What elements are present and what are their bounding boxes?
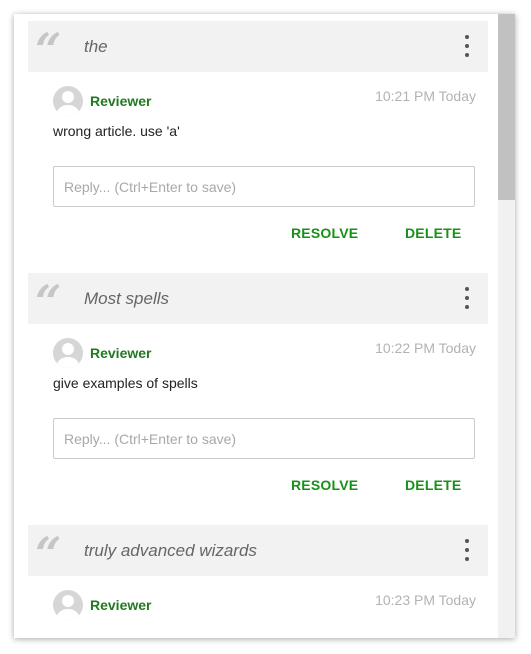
comment-text: wrong article. use 'a': [53, 123, 180, 139]
user-avatar-icon: [53, 590, 83, 620]
user-avatar-icon: [53, 86, 83, 116]
comment-actions: RESOLVE DELETE: [53, 207, 476, 259]
resolve-button[interactable]: RESOLVE: [291, 225, 358, 241]
user-avatar-icon: [53, 338, 83, 368]
quoted-text-bar[interactable]: “ truly advanced wizards: [28, 525, 488, 576]
quoted-text: Most spells: [84, 288, 170, 308]
comments-panel: “ the Reviewer 10:21 PM Today wrong arti…: [14, 14, 515, 638]
comment-actions: RESOLVE DELETE: [53, 459, 476, 511]
kebab-menu-icon[interactable]: [464, 287, 470, 309]
scrollbar-thumb[interactable]: [498, 14, 515, 200]
quoted-text: the: [84, 36, 108, 56]
kebab-menu-icon[interactable]: [464, 35, 470, 57]
delete-button[interactable]: DELETE: [405, 225, 461, 241]
resolve-button[interactable]: RESOLVE: [291, 477, 358, 493]
scrollbar-track[interactable]: [498, 14, 515, 638]
comment: Reviewer 10:22 PM Today give examples of…: [28, 324, 488, 511]
quoted-text: truly advanced wizards: [84, 540, 257, 560]
quote-icon: “: [28, 525, 84, 576]
comment-timestamp: 10:21 PM Today: [375, 88, 476, 104]
delete-button[interactable]: DELETE: [405, 477, 461, 493]
comment-thread: “ Most spells Reviewer 10:22 PM Today gi…: [28, 273, 488, 511]
svg-text:“: “: [35, 32, 61, 62]
comment: Reviewer 10:23 PM Today: [28, 576, 488, 620]
reply-input[interactable]: [53, 166, 475, 207]
svg-text:“: “: [35, 536, 61, 566]
quoted-text-bar[interactable]: “ the: [28, 21, 488, 72]
comment-thread: “ truly advanced wizards Reviewer 10:23 …: [28, 525, 488, 620]
comment-author: Reviewer: [90, 93, 152, 109]
svg-text:“: “: [35, 284, 61, 314]
comment-thread: “ the Reviewer 10:21 PM Today wrong arti…: [28, 21, 488, 259]
reply-input[interactable]: [53, 418, 475, 459]
comment-author: Reviewer: [90, 597, 152, 613]
comment-list: “ the Reviewer 10:21 PM Today wrong arti…: [28, 21, 488, 634]
comment: Reviewer 10:21 PM Today wrong article. u…: [28, 72, 488, 259]
kebab-menu-icon[interactable]: [464, 539, 470, 561]
comment-text: give examples of spells: [53, 375, 198, 391]
comment-author: Reviewer: [90, 345, 152, 361]
quote-icon: “: [28, 273, 84, 324]
quoted-text-bar[interactable]: “ Most spells: [28, 273, 488, 324]
quote-icon: “: [28, 21, 84, 72]
comment-timestamp: 10:23 PM Today: [375, 592, 476, 608]
comment-timestamp: 10:22 PM Today: [375, 340, 476, 356]
